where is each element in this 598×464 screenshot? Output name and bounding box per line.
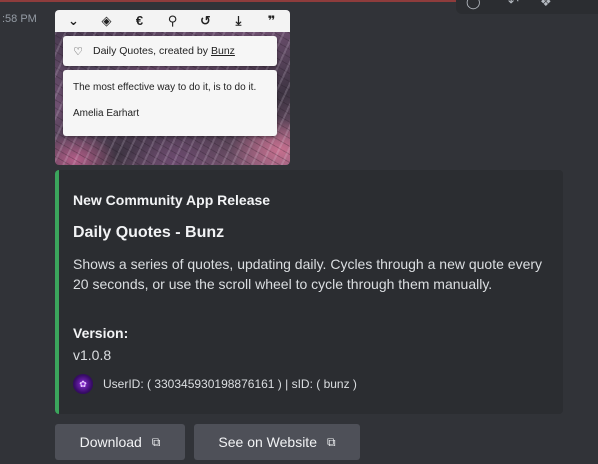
external-link-icon: ⧉ — [151, 434, 161, 449]
download-button[interactable]: Download ⧉ — [55, 424, 185, 460]
quote-card: The most effective way to do it, is to d… — [63, 70, 277, 136]
reply-icon[interactable]: ↶ — [508, 0, 519, 10]
chevron-down-icon: ⌄ — [68, 13, 79, 28]
download-button-label: Download — [79, 434, 142, 450]
reaction-icon[interactable]: ◯ — [466, 0, 481, 10]
app-preview-image[interactable]: ⌄ ◈ € ⚲ ↺ ⤓ ❞ ♡ Daily Quotes, created by… — [55, 10, 290, 165]
quote-widget-title: Daily Quotes, created by — [93, 45, 208, 57]
website-button-label: See on Website — [218, 434, 317, 450]
paperclip-icon: ⚲ — [167, 13, 178, 28]
creator-link: Bunz — [210, 45, 235, 57]
version-label: Version: — [73, 325, 129, 341]
footer-text: UserID: ( 330345930198876161 ) | sID: ( … — [103, 377, 357, 391]
diamond-icon: ◈ — [101, 13, 112, 28]
see-on-website-button[interactable]: See on Website ⧉ — [194, 424, 360, 460]
download-icon: ⤓ — [235, 13, 242, 28]
external-link-icon: ⧉ — [327, 434, 336, 449]
message-hover-toolbar: ◯ ↶ ❖ — [456, 0, 598, 14]
history-icon: ↺ — [200, 13, 211, 28]
quote-widget-header: ♡ Daily Quotes, created by Bunz — [63, 36, 277, 66]
footer-avatar-icon: ✿ — [73, 374, 93, 394]
embed-title: Daily Quotes - Bunz — [73, 224, 225, 241]
embed-author: New Community App Release — [73, 192, 271, 208]
message-timestamp: :58 PM — [2, 13, 37, 25]
preview-toolbar: ⌄ ◈ € ⚲ ↺ ⤓ ❞ — [55, 10, 290, 32]
quote-text: The most effective way to do it, is to d… — [73, 82, 257, 93]
heart-icon: ♡ — [73, 45, 83, 58]
version-value: v1.0.8 — [73, 347, 112, 363]
top-divider-line — [0, 0, 470, 2]
quote-icon: ❞ — [267, 13, 276, 28]
euro-icon: € — [135, 13, 144, 28]
thread-icon[interactable]: ❖ — [540, 0, 552, 10]
quote-author: Amelia Earhart — [73, 108, 140, 119]
embed-footer: ✿ UserID: ( 330345930198876161 ) | sID: … — [73, 374, 357, 394]
release-embed: New Community App Release Daily Quotes -… — [55, 170, 563, 414]
embed-description: Shows a series of quotes, updating daily… — [73, 256, 543, 292]
